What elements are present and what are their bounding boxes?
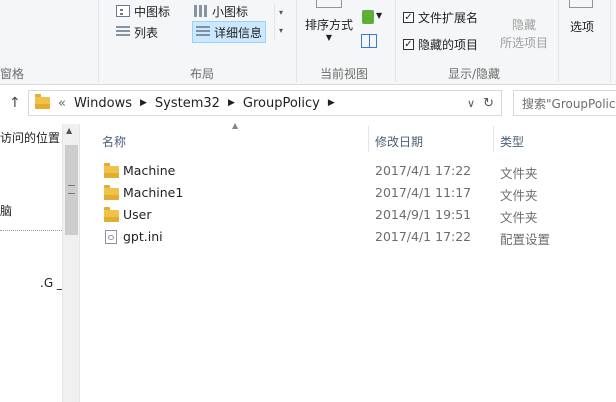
column-name[interactable]: 名称 xyxy=(102,133,126,150)
file-list: ▲ 名称 修改日期 类型 Machine 2017/4/1 17:22 文件夹 … xyxy=(80,121,616,402)
folder-icon xyxy=(104,185,119,200)
column-divider[interactable] xyxy=(368,126,369,152)
chevron-down-icon: ▼ xyxy=(325,33,333,42)
size-columns-icon[interactable] xyxy=(361,34,377,48)
ribbon-separator xyxy=(296,0,297,82)
folder-icon xyxy=(35,94,50,109)
column-modified[interactable]: 修改日期 xyxy=(375,133,423,150)
sort-by-button[interactable]: 排序方式 ▼ xyxy=(305,16,353,43)
settings-file-icon xyxy=(105,230,117,244)
chevron-down-icon: ▼ xyxy=(376,11,383,20)
address-row: ↑ « Windows ▶ System32 ▶ GroupPolicy ▶ ∨… xyxy=(0,88,616,120)
folder-icon xyxy=(104,207,119,222)
hide-selected-label-1: 隐藏 xyxy=(511,18,536,32)
details-button[interactable]: 详细信息 xyxy=(192,21,267,43)
hide-selected-label-2: 所选项目 xyxy=(499,36,548,50)
list-button[interactable]: 列表 xyxy=(116,23,158,41)
nav-item-pc[interactable]: 脑 xyxy=(0,202,12,219)
file-row[interactable]: Machine 2017/4/1 17:22 文件夹 xyxy=(80,160,616,182)
hidden-items-checkbox[interactable]: ✓ 隐藏的项目 xyxy=(403,36,478,53)
group-label-show-hide: 显示/隐藏 xyxy=(448,67,501,81)
nav-item-drive[interactable]: .G _ xyxy=(40,276,63,290)
small-icons-label: 小图标 xyxy=(212,4,249,19)
search-placeholder: 搜索"GroupPolicy" xyxy=(522,96,616,111)
file-modified: 2017/4/1 17:22 xyxy=(375,229,472,244)
address-bar[interactable]: « Windows ▶ System32 ▶ GroupPolicy ▶ ∨ ↻ xyxy=(28,90,502,116)
checkbox-checked-icon: ✓ xyxy=(403,11,414,23)
ribbon: 窗格 中图标 小图标 列表 详细信息 ▾ ▾ 布局 排序方式 ▼ ▼ 当前视图 ✓… xyxy=(0,0,616,85)
add-columns-icon[interactable] xyxy=(362,10,374,24)
file-type: 文件夹 xyxy=(500,188,538,203)
checkbox-checked-icon: ✓ xyxy=(403,38,414,50)
file-modified: 2017/4/1 11:17 xyxy=(375,185,472,200)
list-icon xyxy=(116,26,130,38)
breadcrumb-overflow[interactable]: « xyxy=(58,96,66,111)
file-type: 配置设置 xyxy=(500,232,551,247)
sort-icon xyxy=(316,0,342,8)
breadcrumb-system32[interactable]: System32 xyxy=(155,96,220,111)
nav-item-truncated[interactable] xyxy=(0,230,62,241)
column-header-row: ▲ 名称 修改日期 类型 xyxy=(80,121,616,154)
chevron-right-icon[interactable]: ▶ xyxy=(140,98,147,108)
file-name: gpt.ini xyxy=(123,229,163,244)
breadcrumb-windows[interactable]: Windows xyxy=(74,96,132,111)
history-dropdown-icon[interactable]: ∨ xyxy=(467,97,475,110)
sort-by-label: 排序方式 xyxy=(305,18,354,32)
search-input[interactable]: 搜索"GroupPolicy" xyxy=(513,90,616,116)
ribbon-separator xyxy=(558,0,559,82)
details-icon xyxy=(196,26,210,38)
file-name: Machine1 xyxy=(123,185,184,200)
column-type[interactable]: 类型 xyxy=(500,133,524,150)
file-name: Machine xyxy=(123,163,176,178)
breadcrumb-grouppolicy[interactable]: GroupPolicy xyxy=(243,96,320,111)
grip-icon xyxy=(68,185,75,194)
file-row[interactable]: User 2014/9/1 19:51 文件夹 xyxy=(80,204,616,226)
medium-icons-button[interactable]: 中图标 xyxy=(116,2,170,20)
medium-icons-icon xyxy=(116,5,130,17)
file-type: 文件夹 xyxy=(500,210,538,225)
layout-scroll[interactable]: ▾ ▾ xyxy=(274,4,287,40)
list-label: 列表 xyxy=(134,25,159,40)
small-icons-button[interactable]: 小图标 xyxy=(194,2,248,20)
chevron-right-icon[interactable]: ▶ xyxy=(228,98,235,108)
file-modified: 2017/4/1 17:22 xyxy=(375,163,472,178)
options-button[interactable]: 选项 xyxy=(570,18,594,35)
group-label-current-view: 当前视图 xyxy=(320,67,369,81)
file-extensions-checkbox[interactable]: ✓ 文件扩展名 xyxy=(403,9,478,26)
navigation-pane: 访问的位置 脑 .G _ xyxy=(0,124,64,402)
medium-icons-label: 中图标 xyxy=(134,4,171,19)
folder-icon xyxy=(104,163,119,178)
group-label-pane: 窗格 xyxy=(0,67,25,81)
chevron-right-icon[interactable]: ▶ xyxy=(328,98,335,108)
scroll-up-icon[interactable]: ▲ xyxy=(66,126,72,135)
file-row[interactable]: gpt.ini 2017/4/1 17:22 配置设置 xyxy=(80,226,616,248)
ribbon-separator xyxy=(610,0,611,82)
up-arrow-icon[interactable]: ↑ xyxy=(9,95,21,111)
options-label: 选项 xyxy=(570,20,595,34)
hidden-items-label: 隐藏的项目 xyxy=(418,38,479,52)
file-type: 文件夹 xyxy=(500,166,538,181)
options-icon xyxy=(569,0,593,8)
ribbon-separator xyxy=(98,0,99,82)
small-icons-icon xyxy=(194,5,208,17)
file-modified: 2014/9/1 19:51 xyxy=(375,207,472,222)
details-label: 详细信息 xyxy=(214,25,263,40)
file-row[interactable]: Machine1 2017/4/1 11:17 文件夹 xyxy=(80,182,616,204)
file-name: User xyxy=(123,207,152,222)
refresh-icon[interactable]: ↻ xyxy=(483,96,494,111)
ribbon-separator xyxy=(395,0,396,82)
group-label-layout: 布局 xyxy=(190,67,215,81)
nav-scrollbar[interactable]: ▲ xyxy=(62,124,80,402)
sort-asc-icon: ▲ xyxy=(232,121,239,130)
scrollbar-thumb[interactable] xyxy=(65,145,78,235)
hide-selected-button[interactable]: 隐藏 所选项目 xyxy=(496,16,552,52)
nav-item-recent[interactable]: 访问的位置 xyxy=(0,129,60,146)
file-extensions-label: 文件扩展名 xyxy=(418,11,479,25)
column-divider[interactable] xyxy=(493,126,494,152)
